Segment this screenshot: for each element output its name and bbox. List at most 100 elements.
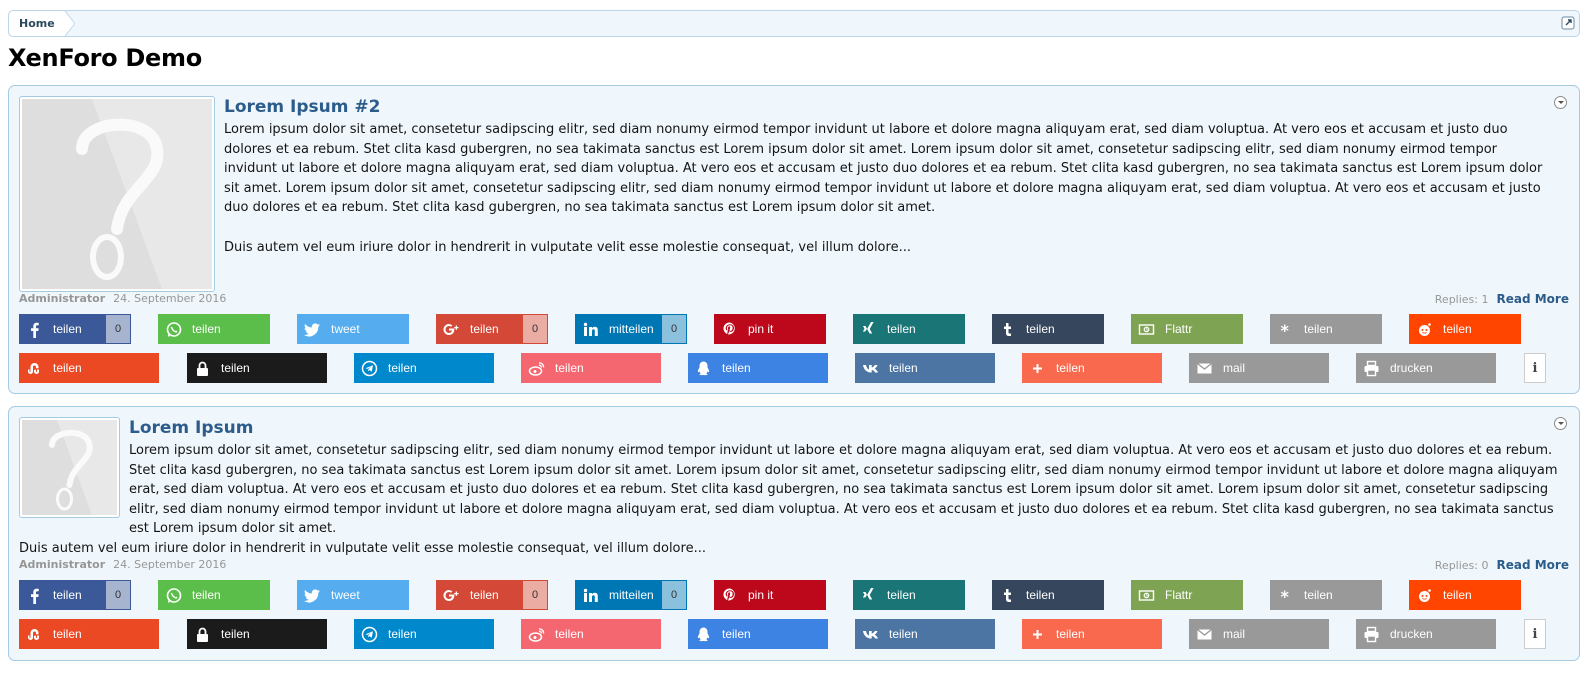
addthis-share-button[interactable]: teilen xyxy=(1022,353,1162,383)
share-button-label: mail xyxy=(1223,627,1246,641)
post-menu-toggle-icon[interactable] xyxy=(1554,96,1567,109)
reddit-share-button[interactable]: teilen xyxy=(1409,580,1521,610)
article-post: Lorem Ipsum Lorem ipsum dolor sit amet, … xyxy=(8,406,1580,661)
googleplus-share-button[interactable]: teilen 0 xyxy=(436,314,548,344)
addthis-share-button[interactable]: teilen xyxy=(1022,619,1162,649)
stumbleupon-share-button[interactable]: teilen xyxy=(19,619,159,649)
whatsapp-share-button[interactable]: teilen xyxy=(158,580,270,610)
jump-to-page-icon[interactable] xyxy=(1561,16,1575,30)
facebook-icon xyxy=(19,314,49,344)
share-button-label: teilen xyxy=(722,361,751,375)
share-button-label: teilen xyxy=(555,627,584,641)
share-button-label: teilen xyxy=(192,588,221,602)
whatsapp-share-button[interactable]: teilen xyxy=(158,314,270,344)
share-button-label: teilen xyxy=(470,588,499,602)
weibo-share-button[interactable]: teilen xyxy=(521,353,661,383)
diaspora-share-button[interactable]: * teilen xyxy=(1270,314,1382,344)
mail-share-button[interactable]: mail xyxy=(1189,353,1329,383)
facebook-share-button[interactable]: teilen 0 xyxy=(19,314,131,344)
lock-icon xyxy=(187,619,217,649)
mail-icon xyxy=(1189,619,1219,649)
qq-share-button[interactable]: teilen xyxy=(688,619,828,649)
tumblr-share-button[interactable]: teilen xyxy=(992,580,1104,610)
xing-icon xyxy=(853,580,883,610)
share-button-label: tweet xyxy=(331,322,360,336)
linkedin-share-button[interactable]: mitteilen 0 xyxy=(575,314,687,344)
post-title-link[interactable]: Lorem Ipsum xyxy=(129,418,254,438)
post-author-link[interactable]: Administrator xyxy=(19,558,105,571)
vk-share-button[interactable]: teilen xyxy=(855,353,995,383)
read-more-link[interactable]: Read More xyxy=(1497,558,1570,572)
xing-share-button[interactable]: teilen xyxy=(853,580,965,610)
linkedin-share-button[interactable]: mitteilen 0 xyxy=(575,580,687,610)
share-button-label: teilen xyxy=(887,322,916,336)
reddit-icon xyxy=(1409,580,1439,610)
qq-share-button[interactable]: teilen xyxy=(688,353,828,383)
article-post: Lorem Ipsum #2 Lorem ipsum dolor sit ame… xyxy=(8,85,1580,394)
telegram-share-button[interactable]: teilen xyxy=(354,353,494,383)
read-more-link[interactable]: Read More xyxy=(1497,292,1570,306)
mail-share-button[interactable]: mail xyxy=(1189,619,1329,649)
post-paragraph: Lorem ipsum dolor sit amet, consetetur s… xyxy=(129,443,1558,537)
share-button-label: teilen xyxy=(887,588,916,602)
weibo-share-button[interactable]: teilen xyxy=(521,619,661,649)
share-button-label: pin it xyxy=(748,588,774,602)
share-count: 0 xyxy=(523,581,547,609)
post-replies: Replies: 0 Read More xyxy=(1435,558,1569,572)
share-button-label: teilen xyxy=(1304,588,1333,602)
share-count: 0 xyxy=(106,315,130,343)
post-thumbnail[interactable] xyxy=(19,417,120,518)
flattr-share-button[interactable]: $ Flattr xyxy=(1131,580,1243,610)
plus-icon xyxy=(1022,353,1052,383)
whatsapp-icon xyxy=(158,314,188,344)
reddit-share-button[interactable]: teilen xyxy=(1409,314,1521,344)
flattr-share-button[interactable]: $ Flattr xyxy=(1131,314,1243,344)
tumblr-icon xyxy=(992,580,1022,610)
pinterest-share-button[interactable]: pin it xyxy=(714,314,826,344)
stumbleupon-share-button[interactable]: teilen xyxy=(19,353,159,383)
qq-icon xyxy=(688,619,718,649)
diaspora-share-button[interactable]: * teilen xyxy=(1270,580,1382,610)
svg-text:*: * xyxy=(1280,587,1289,604)
post-excerpt: Lorem ipsum dolor sit amet, consetetur s… xyxy=(129,441,1559,539)
twitter-share-button[interactable]: tweet xyxy=(297,314,409,344)
share-info-button[interactable]: i xyxy=(1524,353,1546,383)
threema-share-button[interactable]: teilen xyxy=(187,353,327,383)
reddit-icon xyxy=(1409,314,1439,344)
weibo-icon xyxy=(521,353,551,383)
breadcrumb-home-link[interactable]: Home xyxy=(9,11,65,36)
post-replies: Replies: 1 Read More xyxy=(1435,292,1569,306)
print-share-button[interactable]: drucken xyxy=(1356,619,1496,649)
pinterest-icon xyxy=(714,314,744,344)
reply-count: Replies: 1 xyxy=(1434,293,1489,306)
vk-icon xyxy=(855,619,885,649)
post-paragraph: Lorem ipsum dolor sit amet, consetetur s… xyxy=(224,122,1543,216)
facebook-share-button[interactable]: teilen 0 xyxy=(19,580,131,610)
flattr-icon: $ xyxy=(1131,314,1161,344)
telegram-share-button[interactable]: teilen xyxy=(354,619,494,649)
post-author-link[interactable]: Administrator xyxy=(19,292,105,305)
xing-share-button[interactable]: teilen xyxy=(853,314,965,344)
share-button-label: mitteilen xyxy=(609,588,654,602)
share-count: 0 xyxy=(106,581,130,609)
share-button-label: drucken xyxy=(1390,361,1433,375)
share-button-label: teilen xyxy=(53,627,82,641)
share-button-label: teilen xyxy=(388,361,417,375)
share-button-label: teilen xyxy=(1056,361,1085,375)
tumblr-share-button[interactable]: teilen xyxy=(992,314,1104,344)
twitter-share-button[interactable]: tweet xyxy=(297,580,409,610)
svg-text:$: $ xyxy=(1145,593,1148,599)
vk-share-button[interactable]: teilen xyxy=(855,619,995,649)
lock-icon xyxy=(187,353,217,383)
svg-text:*: * xyxy=(1280,321,1289,338)
pinterest-share-button[interactable]: pin it xyxy=(714,580,826,610)
diaspora-icon: * xyxy=(1270,580,1300,610)
googleplus-share-button[interactable]: teilen 0 xyxy=(436,580,548,610)
print-share-button[interactable]: drucken xyxy=(1356,353,1496,383)
post-title-link[interactable]: Lorem Ipsum #2 xyxy=(224,97,380,117)
post-menu-toggle-icon[interactable] xyxy=(1554,417,1567,430)
post-thumbnail[interactable] xyxy=(19,96,215,292)
threema-share-button[interactable]: teilen xyxy=(187,619,327,649)
share-info-button[interactable]: i xyxy=(1524,619,1546,649)
post-date: 24. September 2016 xyxy=(113,558,227,571)
